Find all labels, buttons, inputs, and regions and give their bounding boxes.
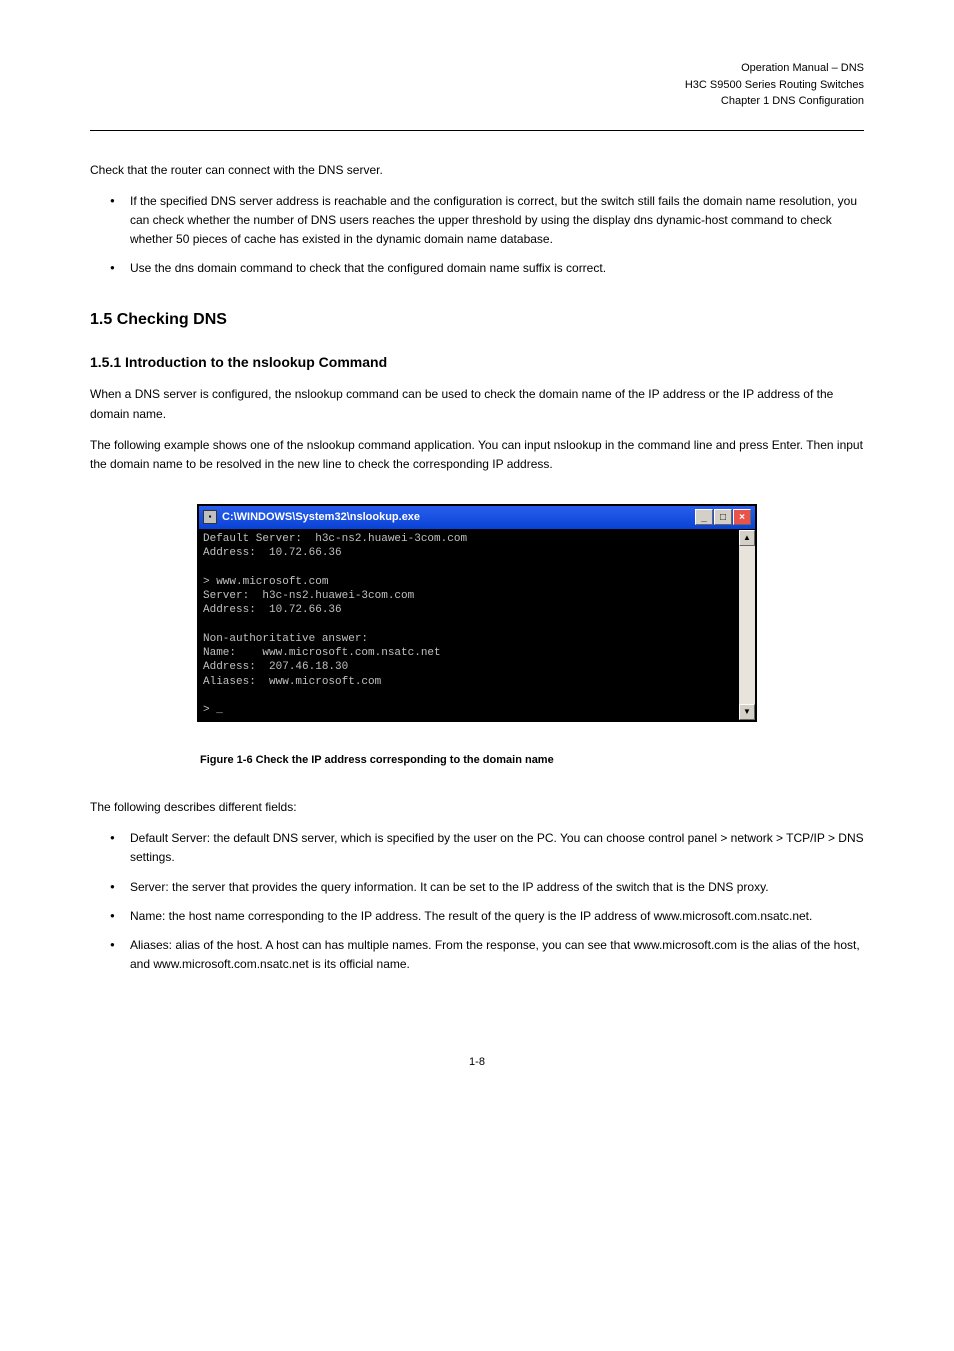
fields-list: Default Server: the default DNS server, … xyxy=(90,829,864,974)
list-item: Name: the host name corresponding to the… xyxy=(110,907,864,926)
list-item: Default Server: the default DNS server, … xyxy=(110,829,864,867)
list-item: If the specified DNS server address is r… xyxy=(110,192,864,250)
close-button[interactable]: × xyxy=(733,509,751,525)
window-controls: _ □ × xyxy=(695,509,751,525)
page-header: Operation Manual – DNS H3C S9500 Series … xyxy=(90,60,864,131)
section-heading: 1.5 Checking DNS xyxy=(90,308,864,332)
scroll-down-button[interactable]: ▼ xyxy=(739,704,755,720)
window-title: C:\WINDOWS\System32\nslookup.exe xyxy=(222,509,695,526)
scroll-track[interactable] xyxy=(739,546,755,704)
list-item: Aliases: alias of the host. A host can h… xyxy=(110,936,864,974)
body-paragraph: When a DNS server is configured, the nsl… xyxy=(90,385,864,423)
manual-title: Operation Manual – DNS xyxy=(90,60,864,77)
subsection-heading: 1.5.1 Introduction to the nslookup Comma… xyxy=(90,352,864,373)
troubleshoot-list: If the specified DNS server address is r… xyxy=(90,192,864,279)
minimize-button[interactable]: _ xyxy=(695,509,713,525)
intro-paragraph: Check that the router can connect with t… xyxy=(90,161,864,180)
terminal-output: Default Server: h3c-ns2.huawei-3com.com … xyxy=(199,530,739,720)
maximize-button[interactable]: □ xyxy=(714,509,732,525)
scroll-up-button[interactable]: ▲ xyxy=(739,530,755,546)
fields-intro: The following describes different fields… xyxy=(90,798,864,817)
window-titlebar: ▪ C:\WINDOWS\System32\nslookup.exe _ □ × xyxy=(199,506,755,530)
figure-caption: Figure 1-6 Check the IP address correspo… xyxy=(90,752,864,769)
chapter-title: Chapter 1 DNS Configuration xyxy=(90,93,864,110)
list-item: Use the dns domain command to check that… xyxy=(110,259,864,278)
product-name: H3C S9500 Series Routing Switches xyxy=(90,77,864,94)
list-item: Server: the server that provides the que… xyxy=(110,878,864,897)
body-paragraph: The following example shows one of the n… xyxy=(90,436,864,474)
command-prompt-window: ▪ C:\WINDOWS\System32\nslookup.exe _ □ ×… xyxy=(197,504,757,721)
window-body: Default Server: h3c-ns2.huawei-3com.com … xyxy=(199,530,755,720)
scrollbar[interactable]: ▲ ▼ xyxy=(739,530,755,720)
app-icon: ▪ xyxy=(203,510,217,524)
page-number: 1-8 xyxy=(90,1054,864,1071)
